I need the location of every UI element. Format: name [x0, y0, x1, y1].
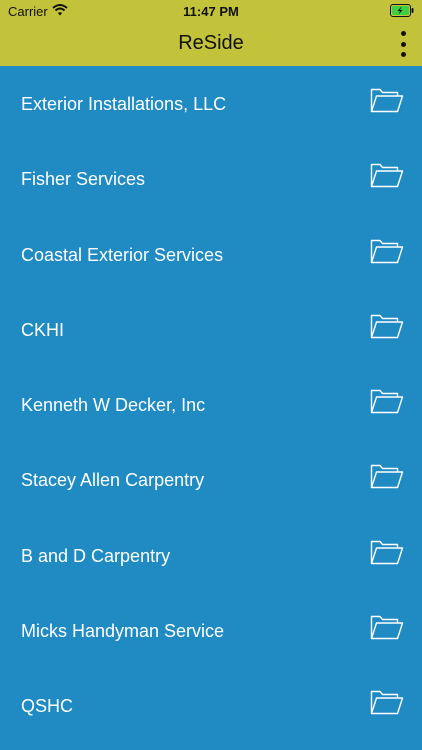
list-item[interactable]: Exterior Installations, LLC: [0, 66, 422, 141]
list-item[interactable]: Fisher Services: [0, 141, 422, 216]
list-item[interactable]: CKHI: [0, 292, 422, 367]
folder-icon[interactable]: [370, 689, 404, 715]
list-item-label: CKHI: [21, 319, 65, 340]
folder-icon[interactable]: [370, 162, 404, 188]
list-item-label: Fisher Services: [21, 169, 146, 190]
app-header: ReSide: [0, 22, 422, 66]
list-item-label: Micks Handyman Service: [21, 621, 225, 642]
folder-icon[interactable]: [370, 238, 404, 264]
list-item-label: Coastal Exterior Services: [21, 244, 224, 265]
page-title: ReSide: [178, 32, 244, 54]
list-item[interactable]: Micks Handyman Service: [0, 593, 422, 668]
list-item-label: Exterior Installations, LLC: [21, 94, 227, 114]
company-list: Exterior Installations, LLC Fisher Servic…: [0, 66, 422, 744]
list-item[interactable]: Coastal Exterior Services: [0, 217, 422, 292]
list-item-label: Kenneth W Decker, Inc: [21, 395, 206, 416]
folder-icon[interactable]: [370, 614, 404, 640]
list-item-label: Stacey Allen Carpentry: [21, 470, 205, 491]
list-item[interactable]: B and D Carpentry: [0, 518, 422, 593]
list-item[interactable]: Kenneth W Decker, Inc: [0, 367, 422, 442]
list-item-label: QSHC: [21, 696, 74, 717]
folder-icon[interactable]: [370, 388, 404, 414]
folder-icon[interactable]: [370, 539, 404, 565]
list-item[interactable]: Stacey Allen Carpentry: [0, 442, 422, 517]
more-vertical-icon[interactable]: [398, 31, 408, 57]
status-bar: Carrier 11:47 PM: [0, 0, 422, 22]
folder-icon[interactable]: [370, 313, 404, 339]
status-time: 11:47 PM: [183, 4, 239, 19]
folder-icon[interactable]: [370, 463, 404, 489]
list-item[interactable]: QSHC: [0, 668, 422, 743]
list-item-label: B and D Carpentry: [21, 545, 171, 566]
battery-charging-icon: [390, 4, 414, 20]
folder-icon[interactable]: [370, 87, 404, 113]
